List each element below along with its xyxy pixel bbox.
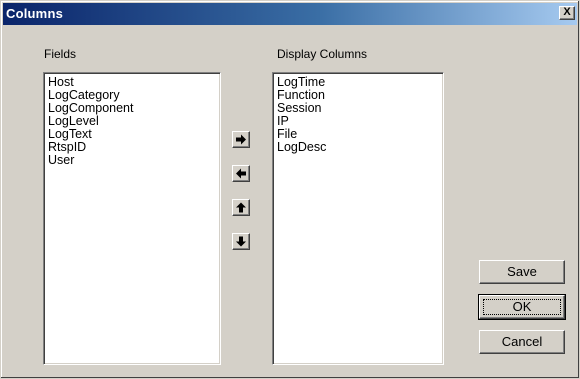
move-down-button[interactable] [232, 233, 250, 250]
list-item[interactable]: Session [277, 102, 443, 115]
title-bar[interactable]: Columns X [3, 3, 577, 25]
arrow-right-icon [236, 134, 246, 145]
list-item[interactable]: IP [277, 115, 443, 128]
move-left-button[interactable] [232, 165, 250, 182]
display-columns-label: Display Columns [277, 47, 368, 61]
arrow-up-icon [236, 202, 246, 213]
window-title: Columns [6, 6, 64, 21]
columns-dialog: Columns X Fields Display Columns Host Lo… [0, 0, 580, 379]
display-columns-listbox[interactable]: LogTime Function Session IP File LogDesc [272, 72, 444, 365]
close-button[interactable]: X [559, 6, 575, 20]
move-right-button[interactable] [232, 131, 250, 148]
list-item[interactable]: User [48, 154, 220, 167]
arrow-left-icon [236, 168, 246, 179]
fields-listbox[interactable]: Host LogCategory LogComponent LogLevel L… [43, 72, 221, 365]
save-button[interactable]: Save [479, 260, 565, 284]
cancel-button[interactable]: Cancel [479, 330, 565, 354]
fields-label: Fields [44, 47, 77, 61]
focus-rect [483, 299, 561, 315]
move-up-button[interactable] [232, 199, 250, 216]
ok-button[interactable]: OK [478, 294, 566, 320]
list-item[interactable]: LogDesc [277, 141, 443, 154]
arrow-down-icon [236, 236, 246, 247]
